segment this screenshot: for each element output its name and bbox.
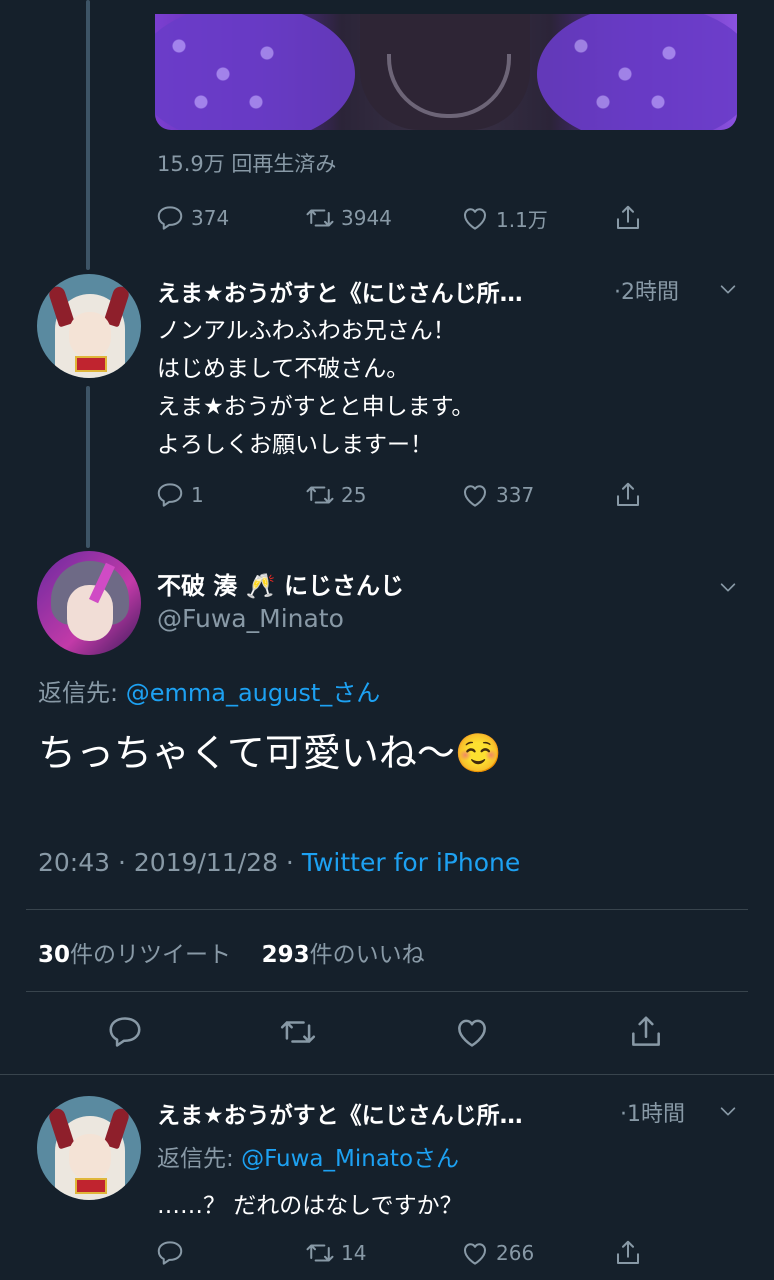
thread-line (86, 0, 90, 270)
retweet-icon (305, 480, 335, 510)
divider (0, 1074, 774, 1075)
like-icon (460, 1238, 490, 1268)
share-icon (613, 480, 643, 510)
tweet-text: ……？ だれのはなしですか？ (157, 1193, 463, 1219)
likes-stat[interactable]: 293件のいいね (262, 942, 425, 968)
thread-line (86, 386, 90, 548)
reply-icon (155, 480, 185, 510)
retweet-icon (305, 203, 335, 233)
like-button[interactable]: 337 (460, 475, 534, 515)
like-count: 266 (496, 1241, 535, 1265)
dragon-scale-left (155, 14, 355, 130)
user-handle[interactable]: @Fuwa_Minato (157, 604, 344, 633)
reply-to: 返信先: @emma_august_さん (38, 673, 380, 708)
retweet-icon[interactable] (279, 1013, 317, 1051)
reply-to-handle[interactable]: @emma_august_さん (126, 679, 381, 707)
retweet-button[interactable]: 3944 (305, 198, 392, 238)
like-button[interactable]: 1.1万 (460, 198, 548, 238)
tweet-line: よろしくお願いしますー！ (157, 432, 433, 458)
reply-count: 374 (191, 206, 230, 230)
reply-to-handle[interactable]: @Fuwa_Minatoさん (241, 1146, 459, 1172)
retweet-button[interactable]: 14 (305, 1233, 366, 1273)
retweet-label: 件のリツイート (70, 942, 232, 968)
retweet-button[interactable]: 25 (305, 475, 366, 515)
chevron-down-icon[interactable] (717, 1100, 739, 1122)
share-button[interactable] (613, 198, 643, 238)
reply-button[interactable]: 1 (155, 475, 204, 515)
reply-to-label: 返信先: (38, 679, 126, 707)
display-name[interactable]: えま★おうがすと《にじさんじ所… (157, 274, 612, 308)
view-count: 15.9万 回再生済み (157, 152, 337, 176)
tweet-actions: 1 25 337 (155, 475, 645, 515)
reply-button[interactable]: 374 (155, 198, 229, 238)
retweet-count: 14 (341, 1241, 367, 1265)
like-button[interactable]: 266 (460, 1233, 534, 1273)
smiling-emoji: ☺️ (454, 731, 503, 775)
reply-button[interactable] (155, 1233, 191, 1273)
tweet-text: ちっちゃくて可愛いね〜☺️ (38, 722, 502, 777)
tweet-line: はじめまして不破さん。 (157, 356, 410, 382)
champagne-emoji: 🥂 (245, 572, 276, 600)
display-name[interactable]: えま★おうがすと《にじさんじ所… (157, 1096, 612, 1130)
share-button[interactable] (613, 475, 643, 515)
tweet-actions: 14 266 (155, 1233, 645, 1273)
like-total: 293 (261, 942, 310, 968)
source-link[interactable]: Twitter for iPhone (302, 848, 520, 877)
divider (26, 991, 748, 992)
retweet-count: 3944 (341, 206, 392, 230)
dragon-scale-right (537, 14, 737, 130)
tweet-line: ノンアルふわふわお兄さん！ (157, 318, 456, 344)
reply-to-label: 返信先: (157, 1146, 242, 1172)
reply-to: 返信先: @Fuwa_Minatoさん (157, 1139, 459, 1173)
share-button[interactable] (613, 1233, 643, 1273)
tweet-line: えま★おうがすとと申します。 (157, 394, 475, 420)
like-count: 1.1万 (496, 207, 548, 232)
tweet-text-body: ちっちゃくて可愛いね〜 (38, 731, 455, 775)
avatar[interactable] (37, 274, 141, 378)
tweet-time[interactable]: ·2時間 (614, 274, 679, 306)
reply-icon (155, 203, 185, 233)
divider (26, 909, 748, 910)
retweet-total: 30 (38, 942, 71, 968)
tweet-timestamp: 20:43 · 2019/11/28 · Twitter for iPhone (38, 848, 520, 877)
retweets-stat[interactable]: 30件のリツイート (38, 942, 231, 968)
display-name-suffix: にじさんじ (283, 572, 404, 600)
share-icon (613, 203, 643, 233)
like-label: 件のいいね (309, 942, 425, 968)
retweet-count: 25 (341, 483, 367, 507)
display-name[interactable]: 不破 湊 🥂 にじさんじ (157, 566, 404, 601)
share-icon[interactable] (627, 1013, 665, 1051)
video-thumbnail[interactable] (155, 14, 737, 130)
avatar[interactable] (37, 1096, 141, 1200)
tweet-time[interactable]: ·1時間 (620, 1096, 685, 1128)
reply-icon[interactable] (106, 1013, 144, 1051)
like-icon (460, 203, 490, 233)
chevron-down-icon[interactable] (717, 278, 739, 300)
like-icon (460, 480, 490, 510)
retweet-icon (305, 1238, 335, 1268)
share-icon (613, 1238, 643, 1268)
timestamp-text: 20:43 · 2019/11/28 · (38, 848, 302, 877)
avatar[interactable] (37, 551, 141, 655)
tweet-actions: 374 3944 1.1万 (155, 198, 645, 238)
like-icon[interactable] (453, 1013, 491, 1051)
like-count: 337 (496, 483, 535, 507)
display-name-text: 不破 湊 (157, 572, 238, 600)
engagement-stats: 30件のリツイート 293件のいいね (38, 935, 425, 969)
tweet-text: ノンアルふわふわお兄さん！ はじめまして不破さん。 えま★おうがすとと申します。… (157, 312, 474, 464)
reply-icon (155, 1238, 185, 1268)
reply-count: 1 (191, 483, 204, 507)
chevron-down-icon[interactable] (717, 576, 739, 598)
